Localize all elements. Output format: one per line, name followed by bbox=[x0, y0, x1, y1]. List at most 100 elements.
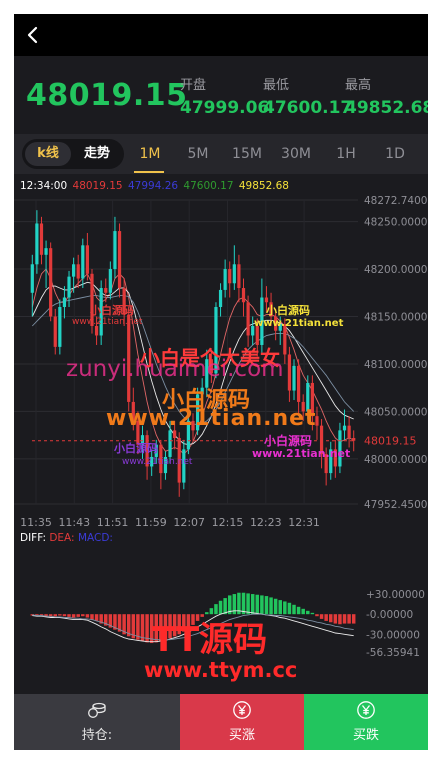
candle-body bbox=[127, 314, 131, 402]
period-1m[interactable]: 1M bbox=[130, 134, 170, 174]
open-label: 开盘 bbox=[180, 78, 207, 93]
holdings-label: 持仓: bbox=[81, 728, 113, 743]
macd-bar bbox=[58, 614, 62, 616]
buy-down-button[interactable]: 买跌 bbox=[304, 694, 428, 750]
candle-body bbox=[329, 449, 333, 474]
price-summary-panel: 48019.15 开盘 47999.06 最低 47600.17 最高 4985… bbox=[14, 56, 428, 132]
moving-average-line bbox=[31, 295, 355, 426]
time-axis-label: 11:35 bbox=[20, 516, 52, 529]
macd-bar bbox=[76, 614, 80, 617]
price-axis-label: 48200.0000 bbox=[364, 264, 427, 276]
candle-body bbox=[117, 231, 122, 289]
candle-body bbox=[342, 425, 347, 431]
low-stat: 最低 47600.17 bbox=[263, 74, 352, 118]
tab-trend[interactable]: 走势 bbox=[74, 142, 120, 166]
price-axis-label: 48272.7400 bbox=[364, 195, 427, 207]
macd-bar bbox=[273, 598, 278, 615]
period-1h[interactable]: 1H bbox=[326, 134, 366, 174]
macd-bar bbox=[292, 604, 296, 615]
candle-body bbox=[72, 264, 76, 277]
coins-icon bbox=[88, 702, 106, 718]
current-price-label: 48019.15 bbox=[364, 435, 417, 448]
candle-body bbox=[94, 325, 99, 336]
buy-up-button[interactable]: 买涨 bbox=[180, 694, 304, 750]
macd-bar bbox=[269, 597, 273, 615]
candle-body bbox=[90, 273, 94, 326]
macd-bar bbox=[310, 612, 315, 615]
macd-bar bbox=[306, 610, 310, 615]
candle-body bbox=[154, 444, 158, 457]
candle-body bbox=[186, 420, 191, 450]
back-arrow-icon[interactable] bbox=[22, 23, 44, 47]
candle-body bbox=[283, 324, 287, 355]
candle-body bbox=[296, 365, 301, 402]
candle-body bbox=[315, 416, 319, 426]
candle-body bbox=[76, 264, 80, 279]
macd-bar bbox=[329, 614, 333, 623]
macd-bar bbox=[278, 600, 282, 615]
tab-kline[interactable]: k线 bbox=[25, 142, 71, 166]
time-axis-label: 12:31 bbox=[288, 516, 320, 529]
macd-bar bbox=[296, 606, 301, 615]
candle-body bbox=[39, 223, 44, 255]
macd-bar bbox=[351, 614, 356, 624]
kline-chart[interactable]: 48272.7400 48250.0000 48200.0000 48150.0000… bbox=[14, 174, 428, 694]
period-1d[interactable]: 1D bbox=[375, 134, 415, 174]
low-value: 47600.17 bbox=[263, 98, 353, 118]
candle-body bbox=[191, 420, 195, 431]
macd-bar bbox=[287, 602, 292, 615]
macd-bar bbox=[347, 614, 351, 624]
candle-body bbox=[255, 325, 259, 345]
candle-body bbox=[163, 456, 168, 474]
macd-bar bbox=[172, 614, 177, 637]
holdings-button[interactable]: 持仓: bbox=[14, 694, 180, 750]
candle-body bbox=[241, 288, 246, 303]
candle-body bbox=[49, 248, 53, 317]
macd-bar bbox=[246, 593, 250, 615]
macd-bar bbox=[85, 614, 90, 618]
candle-body bbox=[218, 289, 223, 308]
candle-body bbox=[177, 437, 181, 483]
last-price: 48019.15 bbox=[26, 78, 188, 113]
chart-tabs: k线 走势 1M 5M 15M 30M 1H 1D bbox=[14, 134, 428, 174]
buy-up-label: 买涨 bbox=[228, 728, 255, 743]
candle-body bbox=[319, 425, 324, 455]
candle-body bbox=[122, 288, 126, 315]
time-axis-label: 12:23 bbox=[250, 516, 282, 529]
open-value: 47999.06 bbox=[180, 98, 270, 118]
macd-legend: DIFF: DEA: MACD: bbox=[20, 532, 113, 544]
candle-body bbox=[306, 382, 310, 412]
macd-dea-label: DEA: bbox=[49, 532, 75, 544]
time-axis-label: 12:07 bbox=[173, 516, 205, 529]
candle-body bbox=[131, 401, 135, 421]
time-axis-label: 11:59 bbox=[135, 516, 167, 529]
macd-bar bbox=[191, 614, 195, 625]
time-axis-label: 12:15 bbox=[212, 516, 244, 529]
macd-bar bbox=[90, 614, 94, 620]
candle-body bbox=[99, 288, 103, 336]
period-30m[interactable]: 30M bbox=[276, 134, 316, 174]
macd-bar bbox=[214, 604, 218, 615]
candle-body bbox=[81, 245, 85, 279]
macd-bar bbox=[200, 614, 204, 617]
macd-bar bbox=[209, 608, 214, 615]
buy-down-label: 买跌 bbox=[352, 728, 379, 743]
high-label: 最高 bbox=[345, 78, 372, 93]
candle-body bbox=[173, 430, 177, 438]
period-5m[interactable]: 5M bbox=[178, 134, 218, 174]
candle-body bbox=[251, 325, 255, 336]
macd-bar bbox=[333, 614, 338, 624]
price-axis-label: 48150.0000 bbox=[364, 311, 427, 323]
macd-bar bbox=[255, 594, 260, 615]
candle-body bbox=[150, 456, 154, 467]
macd-axis-label: -0.00000 bbox=[366, 609, 413, 621]
candle-body bbox=[333, 449, 337, 467]
macd-bar bbox=[338, 614, 342, 625]
candle-body bbox=[324, 454, 328, 474]
macd-bar bbox=[264, 596, 269, 615]
chart-area: 12:34:00 48019.15 47994.26 47600.17 4985… bbox=[14, 174, 428, 694]
macd-bar bbox=[159, 614, 163, 642]
candle-body bbox=[347, 425, 351, 438]
price-axis-label: 48250.0000 bbox=[364, 217, 427, 229]
period-15m[interactable]: 15M bbox=[227, 134, 267, 174]
